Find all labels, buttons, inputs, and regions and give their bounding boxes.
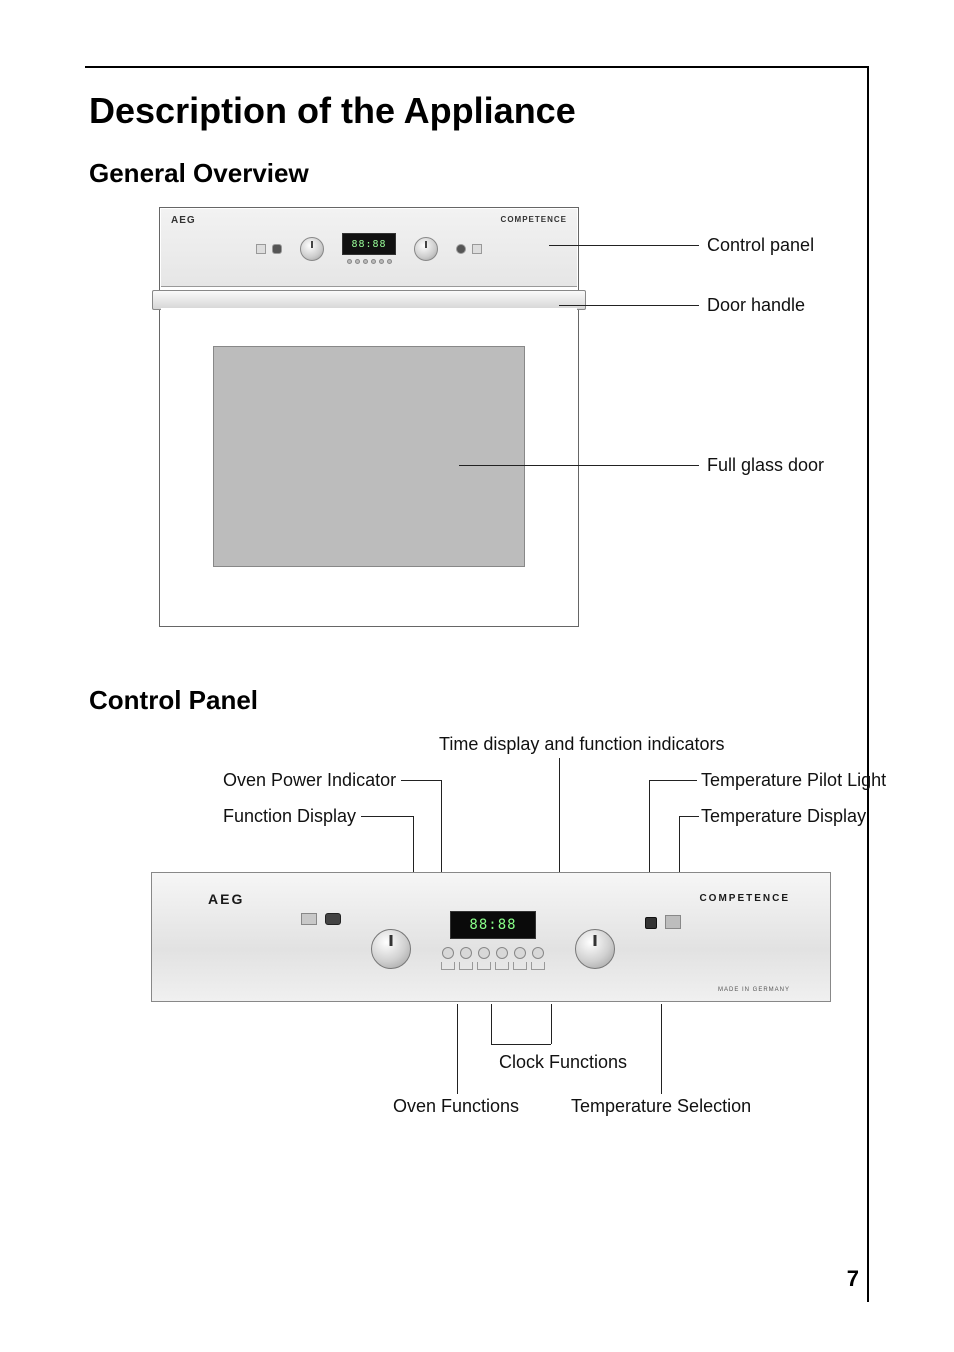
leader-line — [679, 816, 699, 817]
time-display: 88:88 — [342, 233, 396, 255]
bracket-icon — [531, 962, 545, 970]
control-panel-diagram: Time display and function indicators Ove… — [151, 734, 851, 1154]
oven-control-panel: AEG COMPETENCE 88:88 — [161, 209, 577, 287]
label-function-display: Function Display — [223, 806, 356, 827]
control-panel-body: AEG COMPETENCE MADE IN GERMANY 88:88 — [151, 872, 831, 1002]
section-general-overview: General Overview AEG COMPETENCE 88:88 — [85, 158, 867, 647]
leader-line — [457, 1004, 458, 1094]
clock-button — [379, 259, 384, 264]
bracket-icon — [477, 962, 491, 970]
clock-button — [532, 947, 544, 959]
clock-buttons-row — [342, 259, 396, 264]
label-oven-functions: Oven Functions — [393, 1096, 519, 1117]
bracket-icon — [459, 962, 473, 970]
leader-line — [401, 780, 441, 781]
clock-button — [347, 259, 352, 264]
door-handle — [152, 290, 586, 310]
brand-competence: COMPETENCE — [501, 215, 567, 224]
control-cluster: 88:88 — [301, 911, 681, 970]
right-indicators — [645, 913, 681, 929]
clock-button — [387, 259, 392, 264]
page-title: Description of the Appliance — [89, 90, 867, 132]
oven-body: AEG COMPETENCE 88:88 — [159, 207, 579, 627]
clock-buttons-row — [442, 947, 544, 959]
bracket-icon — [513, 962, 527, 970]
oven-diagram: AEG COMPETENCE 88:88 — [159, 207, 839, 647]
temperature-selection-knob — [575, 929, 615, 969]
clock-button — [478, 947, 490, 959]
made-in-label: MADE IN GERMANY — [718, 987, 790, 993]
function-display-icon — [272, 244, 282, 254]
leader-line — [491, 1044, 551, 1045]
temperature-display-icon — [665, 915, 681, 929]
page-number: 7 — [847, 1266, 859, 1292]
temperature-knob — [414, 237, 438, 261]
clock-button — [460, 947, 472, 959]
clock-button — [442, 947, 454, 959]
leader-line — [649, 780, 697, 781]
leader-line — [559, 758, 560, 884]
function-knob — [300, 237, 324, 261]
clock-button — [371, 259, 376, 264]
leader-line — [491, 1004, 492, 1044]
brand-aeg: AEG — [171, 215, 196, 226]
clock-button — [355, 259, 360, 264]
label-temperature-display: Temperature Display — [701, 806, 866, 827]
brand-competence: COMPETENCE — [699, 893, 790, 904]
clock-button — [514, 947, 526, 959]
leader-line — [361, 816, 413, 817]
time-display: 88:88 — [450, 911, 536, 939]
leader-line — [559, 305, 699, 306]
bracket-icon — [441, 962, 455, 970]
leader-line — [661, 1004, 662, 1094]
leader-line — [459, 465, 699, 466]
label-time-display: Time display and function indicators — [439, 734, 724, 755]
heading-general-overview: General Overview — [89, 158, 867, 189]
power-indicator-icon — [256, 244, 266, 254]
bracket-row — [441, 962, 545, 970]
section-control-panel: Control Panel Time display and function … — [85, 685, 867, 1154]
full-glass-door — [213, 346, 525, 567]
label-clock-functions: Clock Functions — [499, 1052, 627, 1073]
label-temperature-selection: Temperature Selection — [571, 1096, 751, 1117]
oven-door — [161, 308, 577, 625]
callout-door-handle: Door handle — [707, 295, 805, 316]
pilot-light-icon — [645, 917, 657, 929]
page-frame: Description of the Appliance General Ove… — [85, 66, 869, 1302]
center-display-block: 88:88 — [441, 911, 545, 970]
pilot-light-icon — [456, 244, 466, 254]
brand-aeg: AEG — [208, 891, 244, 907]
temp-display-icon — [472, 244, 482, 254]
power-indicator-icon — [301, 913, 317, 925]
function-display-icon — [325, 913, 341, 925]
callout-full-glass-door: Full glass door — [707, 455, 824, 476]
label-oven-power-indicator: Oven Power Indicator — [223, 770, 396, 791]
clock-button — [496, 947, 508, 959]
display-block: 88:88 — [342, 233, 396, 264]
left-indicators — [301, 913, 341, 925]
label-temperature-pilot-light: Temperature Pilot Light — [701, 770, 886, 791]
heading-control-panel: Control Panel — [89, 685, 867, 716]
bracket-icon — [495, 962, 509, 970]
panel-cluster: 88:88 — [256, 233, 482, 264]
leader-line — [549, 245, 699, 246]
leader-line — [551, 1004, 552, 1044]
clock-button — [363, 259, 368, 264]
oven-functions-knob — [371, 929, 411, 969]
callout-control-panel: Control panel — [707, 235, 814, 256]
